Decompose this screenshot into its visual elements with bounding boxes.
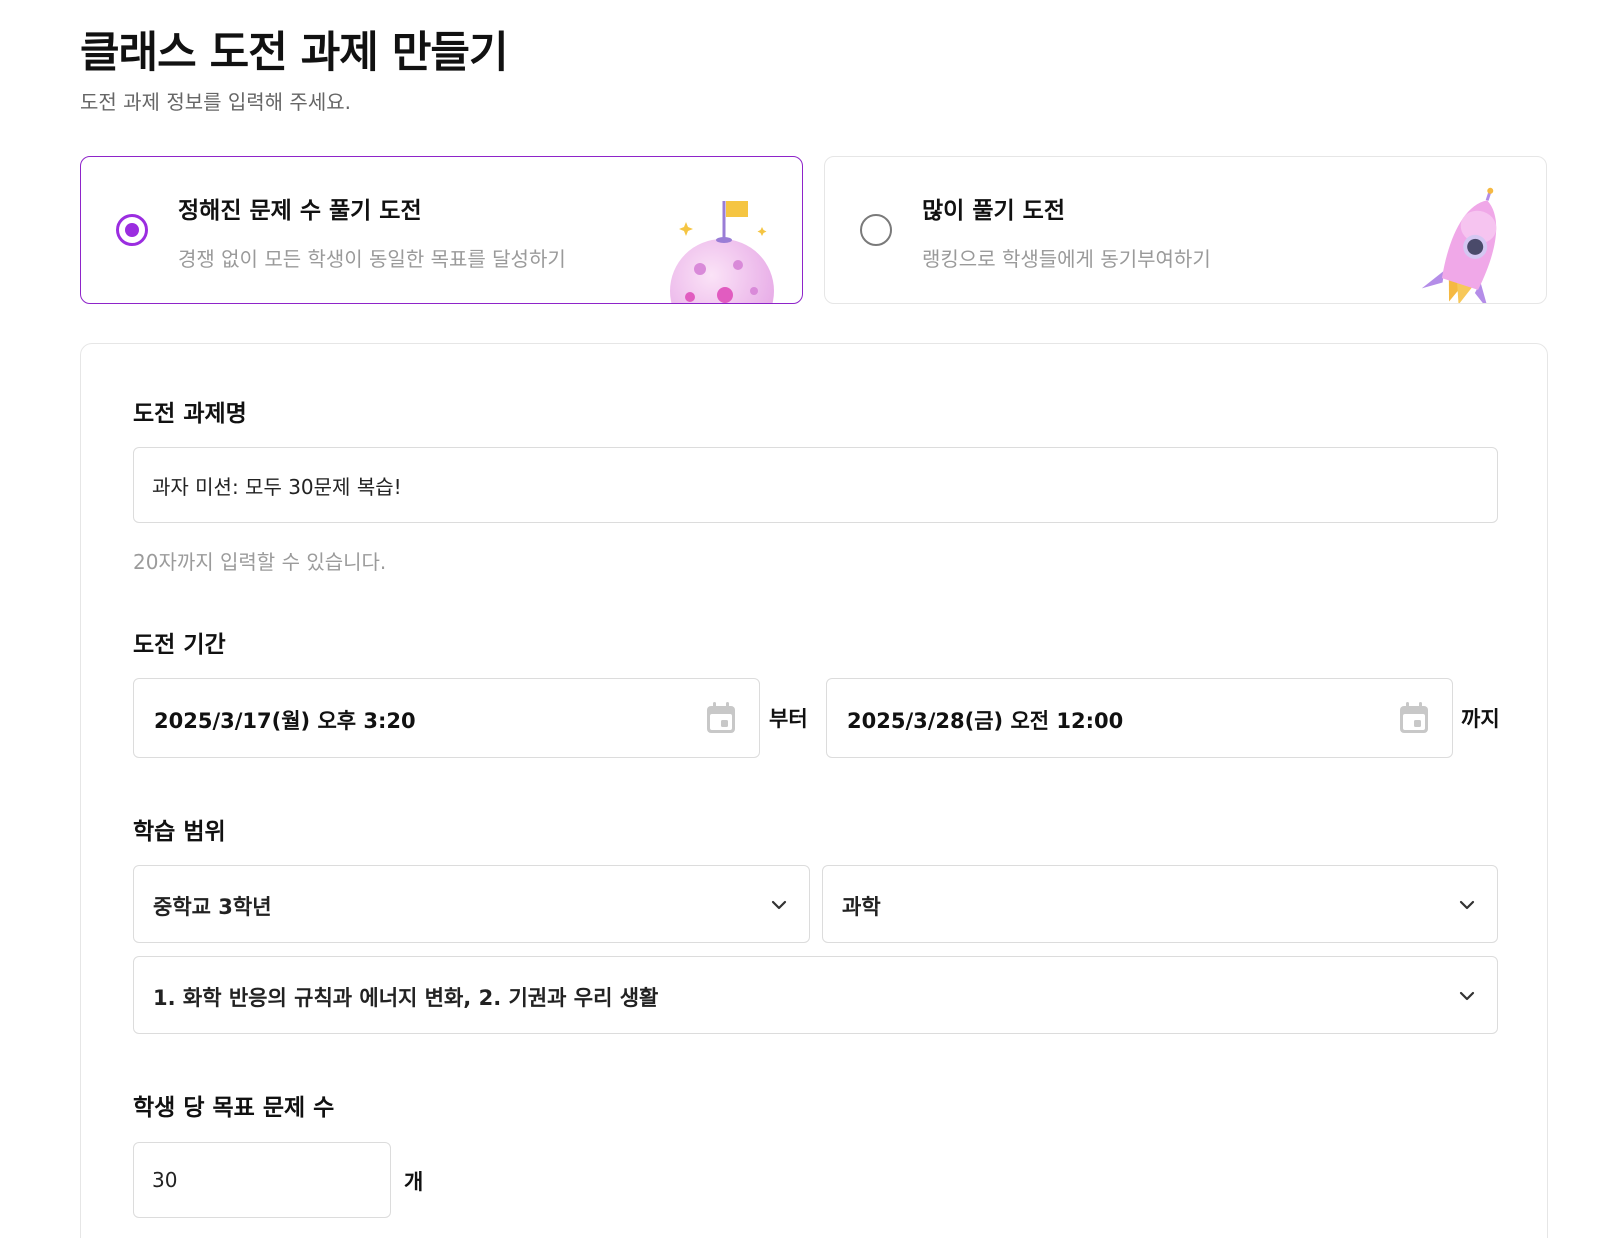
calendar-icon[interactable]	[1398, 701, 1430, 735]
planet-flag-icon	[670, 201, 774, 303]
chevron-down-icon	[1459, 991, 1475, 1001]
challenge-type-fixed-description: 경쟁 없이 모든 학생이 동일한 목표를 달성하기	[178, 247, 566, 271]
start-date-picker[interactable]: 2025/3/17(월) 오후 3:20	[133, 678, 760, 758]
challenge-period-label: 도전 기간	[133, 632, 226, 658]
target-count-field[interactable]	[133, 1142, 391, 1218]
page-subtitle: 도전 과제 정보를 입력해 주세요.	[80, 90, 351, 114]
challenge-name-field[interactable]	[133, 447, 1498, 523]
subject-select-value: 과학	[842, 895, 881, 919]
target-count-input[interactable]	[134, 1143, 390, 1217]
radio-fixed-selected[interactable]	[116, 214, 148, 246]
unit-select[interactable]: 1. 화학 반응의 규칙과 에너지 변화, 2. 기권과 우리 생활	[133, 956, 1498, 1034]
target-count-label: 학생 당 목표 문제 수	[133, 1095, 335, 1121]
challenge-type-ranking-description: 랭킹으로 학생들에게 동기부여하기	[922, 247, 1211, 271]
grade-select[interactable]: 중학교 3학년	[133, 865, 810, 943]
challenge-name-label: 도전 과제명	[133, 401, 247, 427]
challenge-type-ranking-card[interactable]: 많이 풀기 도전 랭킹으로 학생들에게 동기부여하기	[824, 156, 1547, 304]
learning-scope-label: 학습 범위	[133, 819, 226, 845]
grade-select-value: 중학교 3학년	[153, 895, 272, 919]
target-count-unit: 개	[404, 1170, 424, 1194]
start-date-value: 2025/3/17(월) 오후 3:20	[154, 709, 416, 733]
start-date-suffix: 부터	[769, 707, 808, 731]
rocket-icon	[1421, 187, 1497, 303]
subject-select[interactable]: 과학	[822, 865, 1498, 943]
calendar-icon[interactable]	[705, 701, 737, 735]
chevron-down-icon	[1459, 900, 1475, 910]
end-date-picker[interactable]: 2025/3/28(금) 오전 12:00	[826, 678, 1453, 758]
radio-ranking[interactable]	[860, 214, 892, 246]
challenge-type-fixed-card[interactable]: 정해진 문제 수 풀기 도전 경쟁 없이 모든 학생이 동일한 목표를 달성하기	[80, 156, 803, 304]
challenge-name-hint: 20자까지 입력할 수 있습니다.	[133, 550, 387, 574]
unit-select-value: 1. 화학 반응의 규칙과 에너지 변화, 2. 기권과 우리 생활	[153, 986, 659, 1010]
challenge-type-ranking-title: 많이 풀기 도전	[922, 198, 1065, 224]
end-date-value: 2025/3/28(금) 오전 12:00	[847, 709, 1124, 733]
page-title: 클래스 도전 과제 만들기	[80, 28, 509, 78]
challenge-name-input[interactable]	[134, 448, 1497, 522]
chevron-down-icon	[771, 900, 787, 910]
challenge-form-panel: 도전 과제명 20자까지 입력할 수 있습니다. 도전 기간 2025/3/17…	[80, 343, 1548, 1238]
end-date-suffix: 까지	[1461, 707, 1500, 731]
challenge-type-fixed-title: 정해진 문제 수 풀기 도전	[178, 198, 422, 224]
